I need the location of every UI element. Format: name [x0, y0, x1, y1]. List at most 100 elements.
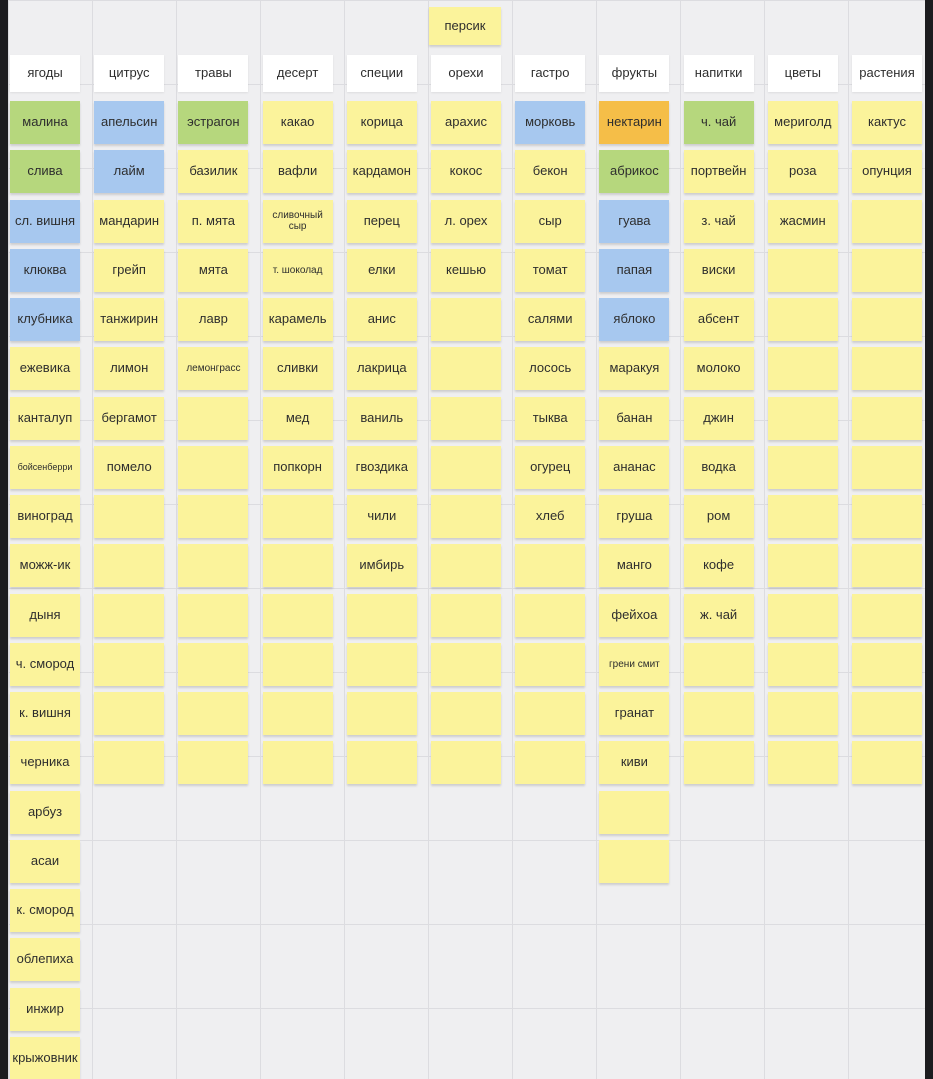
sticky-note[interactable]: канталуп	[10, 396, 80, 440]
empty-sticky-note[interactable]	[178, 593, 249, 637]
sticky-note[interactable]: хлеб	[515, 495, 586, 538]
sticky-note[interactable]: помело	[94, 445, 165, 489]
empty-sticky-note[interactable]	[178, 396, 249, 440]
empty-sticky-note[interactable]	[94, 692, 165, 735]
empty-sticky-note[interactable]	[767, 593, 838, 637]
sticky-note[interactable]: жасмин	[767, 199, 838, 243]
empty-sticky-note[interactable]	[178, 642, 249, 686]
sticky-note[interactable]: водка	[683, 445, 754, 489]
sticky-note[interactable]: кактус	[852, 101, 922, 144]
empty-sticky-note[interactable]	[431, 692, 501, 735]
sticky-note[interactable]: ежевика	[10, 347, 80, 391]
sticky-note[interactable]: яблоко	[599, 298, 670, 341]
empty-sticky-note[interactable]	[178, 692, 249, 735]
empty-sticky-note[interactable]	[852, 298, 922, 341]
sticky-note[interactable]: молоко	[683, 347, 754, 391]
sticky-note[interactable]: грени смит	[599, 642, 670, 686]
empty-sticky-note[interactable]	[683, 741, 754, 785]
sticky-note[interactable]: п. мята	[178, 199, 249, 243]
sticky-note[interactable]: сливки	[262, 347, 333, 391]
sticky-note[interactable]: бойсенберри	[10, 445, 80, 489]
empty-sticky-note[interactable]	[515, 741, 586, 785]
empty-sticky-note[interactable]	[346, 741, 417, 785]
empty-sticky-note[interactable]	[852, 445, 922, 489]
sticky-note[interactable]: лакрица	[346, 347, 417, 391]
sticky-note[interactable]: ч. смород	[10, 642, 80, 686]
empty-sticky-note[interactable]	[599, 790, 670, 834]
sticky-note[interactable]: дыня	[10, 593, 80, 637]
sticky-note[interactable]: анис	[346, 298, 417, 341]
sticky-note[interactable]: роза	[767, 150, 838, 194]
sticky-note[interactable]: чили	[346, 495, 417, 538]
empty-sticky-note[interactable]	[431, 593, 501, 637]
column-header[interactable]: орехи	[431, 55, 501, 92]
empty-sticky-note[interactable]	[515, 642, 586, 686]
empty-sticky-note[interactable]	[94, 741, 165, 785]
empty-sticky-note[interactable]	[262, 741, 333, 785]
column-header[interactable]: травы	[178, 55, 249, 92]
sticky-note[interactable]: лавр	[178, 298, 249, 341]
sticky-note[interactable]: к. вишня	[10, 692, 80, 735]
empty-sticky-note[interactable]	[852, 642, 922, 686]
sticky-note[interactable]: маракуя	[599, 347, 670, 391]
empty-sticky-note[interactable]	[683, 642, 754, 686]
sticky-note[interactable]: мериголд	[767, 101, 838, 144]
empty-sticky-note[interactable]	[767, 544, 838, 588]
sticky-note[interactable]: опунция	[852, 150, 922, 194]
column-header[interactable]: растения	[852, 55, 922, 92]
sticky-note[interactable]: виноград	[10, 495, 80, 538]
empty-sticky-note[interactable]	[178, 445, 249, 489]
sticky-note[interactable]: клубника	[10, 298, 80, 341]
sticky-note[interactable]: абрикос	[599, 150, 670, 194]
sticky-note[interactable]: ананас	[599, 445, 670, 489]
sticky-note[interactable]: папая	[599, 248, 670, 292]
empty-sticky-note[interactable]	[852, 495, 922, 538]
empty-sticky-note[interactable]	[767, 495, 838, 538]
sticky-note[interactable]: эстрагон	[178, 101, 249, 144]
whiteboard-canvas[interactable]: персик ягоды малина слива сл. вишня клюква кл…	[8, 0, 925, 1079]
empty-sticky-note[interactable]	[431, 298, 501, 341]
sticky-note[interactable]: крыжовник	[10, 1036, 80, 1079]
empty-sticky-note[interactable]	[852, 248, 922, 292]
sticky-note[interactable]: джин	[683, 396, 754, 440]
sticky-note[interactable]: какао	[262, 101, 333, 144]
sticky-note[interactable]: бергамот	[94, 396, 165, 440]
empty-sticky-note[interactable]	[178, 544, 249, 588]
sticky-note[interactable]: гуава	[599, 199, 670, 243]
empty-sticky-note[interactable]	[431, 741, 501, 785]
empty-sticky-note[interactable]	[178, 495, 249, 538]
sticky-note[interactable]: асаи	[10, 839, 80, 883]
sticky-note[interactable]: гранат	[599, 692, 670, 735]
empty-sticky-note[interactable]	[346, 642, 417, 686]
sticky-note[interactable]: огурец	[515, 445, 586, 489]
empty-sticky-note[interactable]	[431, 495, 501, 538]
sticky-note[interactable]: сл. вишня	[10, 199, 80, 243]
empty-sticky-note[interactable]	[852, 593, 922, 637]
empty-sticky-note[interactable]	[431, 347, 501, 391]
empty-sticky-note[interactable]	[515, 544, 586, 588]
empty-sticky-note[interactable]	[852, 692, 922, 735]
sticky-note[interactable]: черника	[10, 741, 80, 785]
sticky-note[interactable]: сыр	[515, 199, 586, 243]
sticky-note[interactable]: клюква	[10, 248, 80, 292]
empty-sticky-note[interactable]	[852, 741, 922, 785]
empty-sticky-note[interactable]	[262, 642, 333, 686]
sticky-note[interactable]: можж-ик	[10, 544, 80, 588]
empty-sticky-note[interactable]	[262, 495, 333, 538]
empty-sticky-note[interactable]	[852, 199, 922, 243]
empty-sticky-note[interactable]	[767, 445, 838, 489]
column-header[interactable]: гастро	[515, 55, 586, 92]
sticky-note[interactable]: томат	[515, 248, 586, 292]
sticky-note[interactable]: танжирин	[94, 298, 165, 341]
sticky-note[interactable]: мандарин	[94, 199, 165, 243]
sticky-note[interactable]: тыква	[515, 396, 586, 440]
column-header[interactable]: цитрус	[94, 55, 165, 92]
empty-sticky-note[interactable]	[767, 396, 838, 440]
empty-sticky-note[interactable]	[94, 593, 165, 637]
sticky-note[interactable]: облепиха	[10, 938, 80, 982]
sticky-note[interactable]: абсент	[683, 298, 754, 341]
empty-sticky-note[interactable]	[178, 741, 249, 785]
sticky-note[interactable]: слива	[10, 150, 80, 194]
sticky-note[interactable]: к. смород	[10, 889, 80, 932]
column-header[interactable]: ягоды	[10, 55, 80, 92]
